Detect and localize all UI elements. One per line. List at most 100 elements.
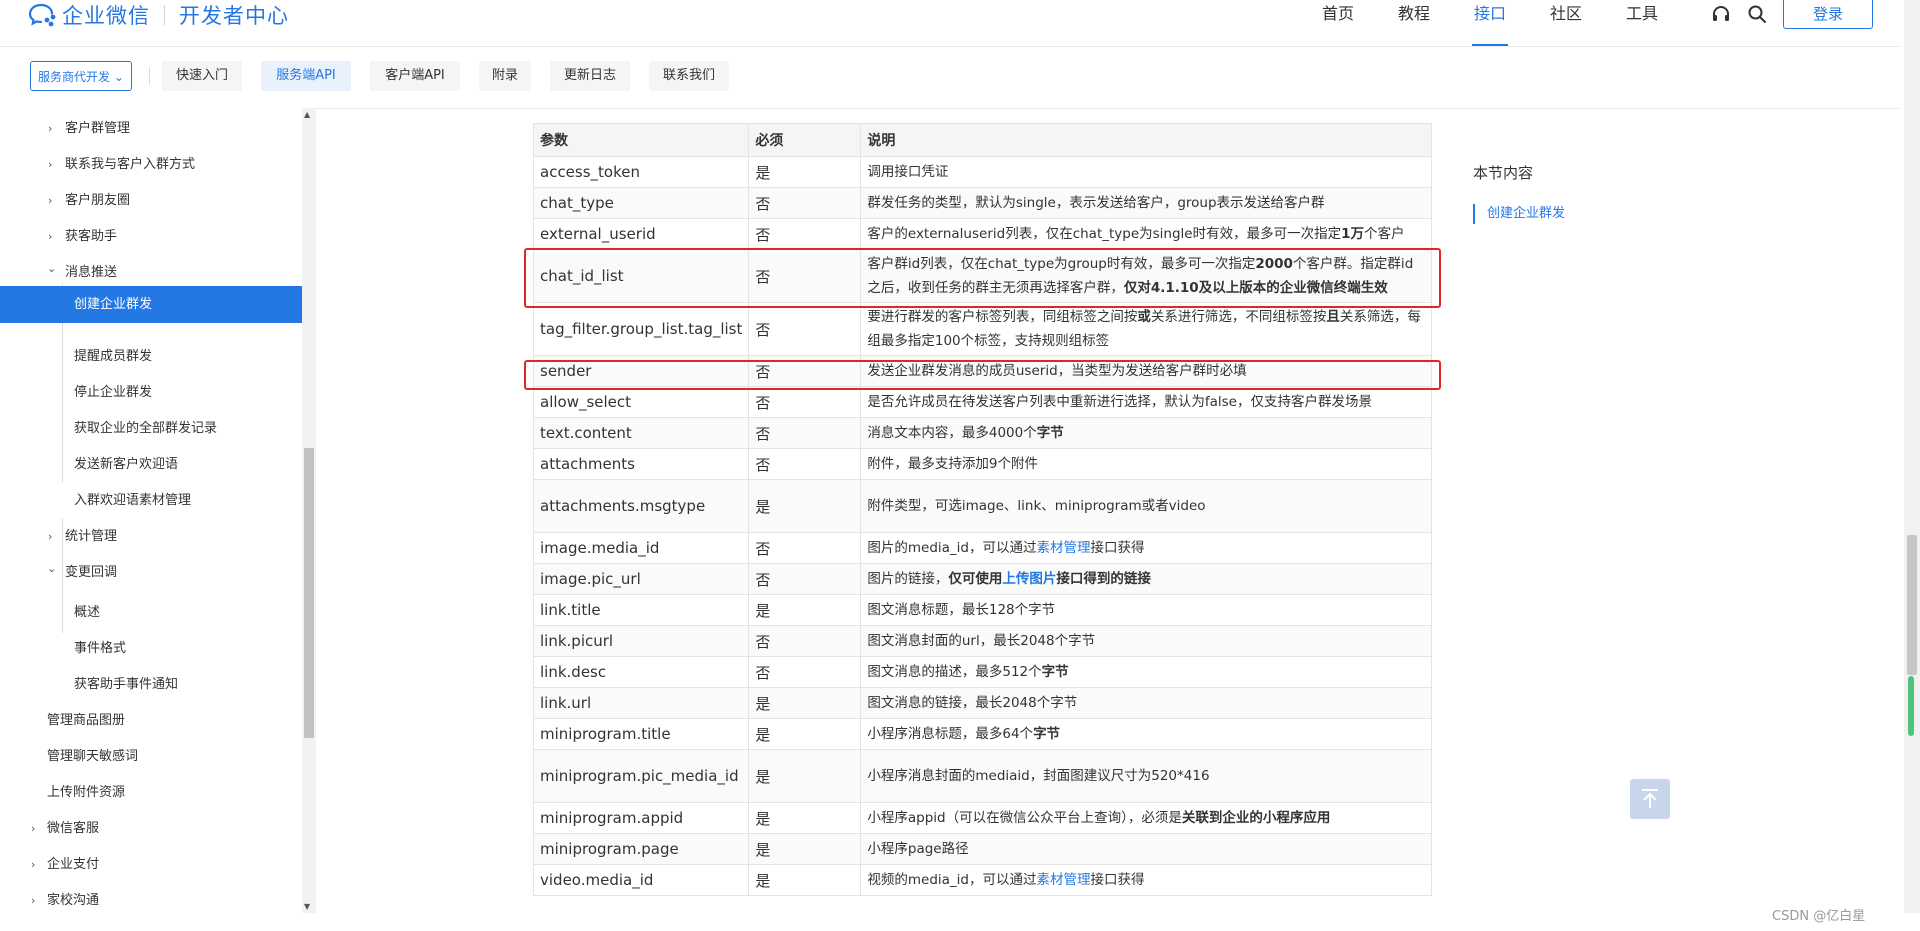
sidebar-item-contact-me[interactable]: › 联系我与客户入群方式: [0, 147, 302, 183]
sidebar-item-stop-mass-send[interactable]: 停止企业群发: [0, 375, 302, 411]
nav-home[interactable]: 首页: [1300, 0, 1376, 46]
tab-contact[interactable]: 联系我们: [649, 61, 729, 91]
sidebar-item-school[interactable]: › 家校沟通: [0, 883, 302, 913]
logo[interactable]: 企业微信 开发者中心: [28, 0, 289, 30]
sidebar-item-event-format[interactable]: 事件格式: [0, 631, 302, 667]
material-management-link[interactable]: 素材管理: [1037, 540, 1091, 556]
sidebar-item-label: 入群欢迎语素材管理: [74, 493, 192, 508]
headset-icon[interactable]: [1711, 4, 1731, 24]
search-icon[interactable]: [1747, 4, 1767, 24]
nav-tutorial[interactable]: 教程: [1376, 0, 1452, 46]
desc-text: 调用接口凭证: [867, 164, 949, 180]
sidebar-item-label: 停止企业群发: [74, 385, 153, 400]
table-row: attachments 否 附件，最多支持添加9个附件: [532, 448, 1432, 480]
param-desc: 要进行群发的客户标签列表，同组标签之间按或关系进行筛选，不同组标签按且关系筛选，…: [860, 302, 1432, 356]
sidebar-item-acquisition[interactable]: › 获客助手: [0, 219, 302, 255]
sidebar-item-wechat-service[interactable]: › 微信客服: [0, 811, 302, 847]
param-required: 否: [748, 448, 862, 480]
param-name: link.desc: [532, 656, 750, 688]
back-to-top-button[interactable]: [1630, 779, 1670, 819]
param-required: 否: [748, 417, 862, 449]
param-desc: 小程序消息标题，最多64个字节: [860, 718, 1432, 750]
tab-client-api[interactable]: 客户端API: [370, 61, 460, 91]
param-name: link.title: [532, 594, 750, 626]
tab-quickstart[interactable]: 快速入门: [162, 61, 242, 91]
tab-server-api[interactable]: 服务端API: [261, 61, 351, 91]
sidebar-item-get-mass-records[interactable]: 获取企业的全部群发记录: [0, 411, 302, 447]
chevron-right-icon: ›: [48, 530, 53, 543]
param-name: allow_select: [532, 386, 750, 418]
chevron-down-icon: ⌄: [110, 70, 124, 84]
table-row: image.pic_url 否 图片的链接，仅可使用上传图片接口得到的链接: [532, 563, 1432, 595]
desc-text: 图文消息封面的url，最长2048个字节: [867, 633, 1096, 649]
nav-tools[interactable]: 工具: [1604, 0, 1680, 46]
wecom-logo-icon: [28, 3, 56, 27]
logo-text: 企业微信: [62, 4, 150, 28]
desc-bold: 或: [1137, 309, 1151, 325]
sidebar-item-upload-attachment[interactable]: 上传附件资源: [0, 775, 302, 811]
chevron-right-icon: ›: [48, 230, 53, 243]
desc-bold: 1万: [1341, 226, 1365, 242]
sidebar-item-sensitive-words[interactable]: 管理聊天敏感词: [0, 739, 302, 775]
sidebar-item-moments[interactable]: › 客户朋友圈: [0, 183, 302, 219]
desc-text: 图片的链接，: [867, 571, 949, 587]
sidebar-item-create-mass-send[interactable]: 创建企业群发: [0, 286, 302, 323]
sidebar-item-label: 管理聊天敏感词: [47, 749, 139, 764]
desc-text: 图文消息标题，最长128个字节: [867, 602, 1056, 618]
bottom-strip: [0, 913, 1920, 931]
desc-text: 视频的media_id，可以通过: [867, 872, 1037, 888]
service-dropdown[interactable]: 服务商代开发 ⌄: [30, 61, 132, 91]
param-required: 否: [748, 656, 862, 688]
nav-api[interactable]: 接口: [1452, 0, 1528, 46]
sidebar-item-label: 获客助手: [65, 229, 118, 244]
param-required: 否: [748, 218, 862, 250]
sidebar-item-product-album[interactable]: 管理商品图册: [0, 703, 302, 739]
desc-text: 小程序消息标题，最多64个: [867, 726, 1034, 742]
param-desc: 附件类型，可选image、link、miniprogram或者video: [860, 479, 1432, 533]
upload-image-link[interactable]: 上传图片: [1002, 571, 1056, 587]
sidebar-item-callback[interactable]: ⌄ 变更回调: [0, 555, 302, 591]
sidebar-item-statistics[interactable]: › 统计管理: [0, 519, 302, 555]
param-required: 是: [748, 802, 862, 834]
desc-bold: 字节: [1033, 726, 1061, 742]
chevron-right-icon: ›: [31, 894, 36, 907]
param-desc: 图片的media_id，可以通过素材管理接口获得: [860, 532, 1432, 564]
sidebar-item-group-management[interactable]: › 客户群管理: [0, 111, 302, 147]
main-scrollbar[interactable]: [1904, 0, 1920, 913]
tab-changelog[interactable]: 更新日志: [550, 61, 630, 91]
sidebar-item-welcome-msg[interactable]: 发送新客户欢迎语: [0, 447, 302, 483]
sidebar-item-payment[interactable]: › 企业支付: [0, 847, 302, 883]
param-name: miniprogram.title: [532, 718, 750, 750]
desc-text: 客户的externaluserid列表，仅在chat_type为single时有…: [867, 226, 1342, 242]
nav-community[interactable]: 社区: [1528, 0, 1604, 46]
sidebar: › 客户群管理 › 联系我与客户入群方式 › 客户朋友圈 › 获客助手 ⌄ 消息推送 创建…: [0, 108, 302, 913]
sidebar-scrollbar[interactable]: ▲ ▼: [302, 108, 316, 913]
sidebar-item-acquisition-events[interactable]: 获客助手事件通知: [0, 667, 302, 703]
chevron-down-icon: ⌄: [47, 262, 57, 275]
desc-text: 小程序消息封面的mediaid，封面图建议尺寸为520*416: [867, 768, 1210, 784]
main-scroll-thumb[interactable]: [1907, 535, 1917, 675]
desc-text: 群发任务的类型，默认为single，表示发送给客户，group表示发送给客户群: [867, 195, 1325, 211]
table-row: link.title 是 图文消息标题，最长128个字节: [532, 594, 1432, 626]
sidebar-scroll-thumb[interactable]: [304, 448, 314, 738]
param-name: access_token: [532, 156, 750, 188]
sidebar-item-remind-members[interactable]: 提醒成员群发: [0, 339, 302, 375]
sidebar-item-overview[interactable]: 概述: [0, 595, 302, 631]
login-button[interactable]: 登录: [1783, 0, 1873, 29]
tab-appendix[interactable]: 附录: [479, 61, 531, 91]
col-header-param: 参数: [532, 123, 750, 157]
scroll-down-icon[interactable]: ▼: [304, 902, 310, 911]
sidebar-item-group-welcome[interactable]: 入群欢迎语素材管理: [0, 483, 302, 519]
scroll-up-icon[interactable]: ▲: [304, 110, 310, 119]
param-name: miniprogram.pic_media_id: [532, 749, 750, 803]
param-desc: 是否允许成员在待发送客户列表中重新进行选择，默认为false，仅支持客户群发场景: [860, 386, 1432, 418]
sidebar-item-label: 提醒成员群发: [74, 349, 153, 364]
param-name: text.content: [532, 417, 750, 449]
main-nav: 首页 教程 接口 社区 工具: [1300, 0, 1680, 46]
table-row: miniprogram.pic_media_id 是 小程序消息封面的media…: [532, 749, 1432, 803]
table-row: video.media_id 是 视频的media_id，可以通过素材管理接口获…: [532, 864, 1432, 896]
desc-text: 附件，最多支持添加9个附件: [867, 456, 1038, 472]
param-name: external_userid: [532, 218, 750, 250]
toc-item-create-mass-send[interactable]: 创建企业群发: [1473, 204, 1565, 224]
material-management-link[interactable]: 素材管理: [1037, 872, 1091, 888]
